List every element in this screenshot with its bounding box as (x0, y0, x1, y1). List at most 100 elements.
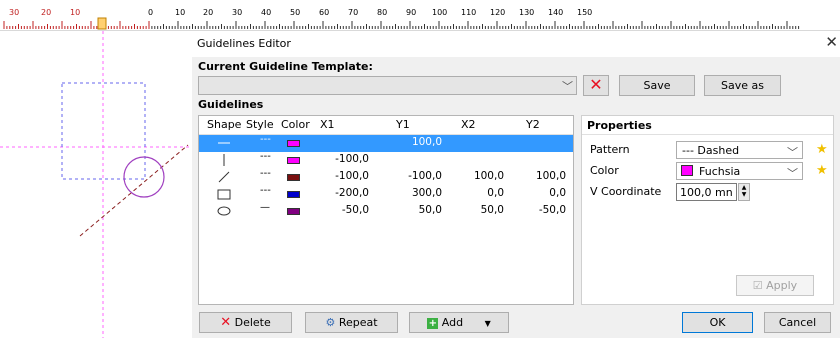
style-cell: --- (260, 134, 271, 145)
color-swatch (287, 157, 300, 164)
vcoord-spinner[interactable]: ▲ ▼ (738, 183, 750, 201)
chevron-down-icon: ﹀ (787, 167, 798, 180)
rectangle-icon (217, 189, 231, 200)
y2-cell: -50,0 (538, 204, 566, 216)
ruler-label: 40 (261, 8, 272, 17)
y1-cell: 300,0 (411, 187, 442, 199)
add-label: Add (441, 316, 464, 329)
column-header: X1 (320, 118, 335, 131)
ruler-label: 10 (175, 8, 186, 17)
save-button[interactable]: Save (619, 75, 695, 96)
ruler-label: 120 (490, 8, 506, 17)
apply-button[interactable]: ☑ Apply (736, 275, 814, 296)
x1-cell: -200,0 (335, 187, 369, 199)
properties-panel: Properties Pattern --- Dashed ﹀ ★ Color … (581, 115, 834, 305)
ruler-label: 150 (577, 8, 593, 17)
drawing-canvas[interactable] (0, 31, 196, 338)
color-swatch (287, 208, 300, 215)
repeat-button[interactable]: ⚙ Repeat (305, 312, 398, 333)
column-header: Color (281, 118, 310, 131)
style-cell: --- (260, 151, 271, 162)
save-as-button[interactable]: Save as (704, 75, 781, 96)
column-header: Style (246, 118, 274, 131)
ruler-label: 10 (70, 8, 81, 17)
color-select[interactable]: Fuchsia ﹀ (676, 162, 803, 180)
guidelines-table[interactable]: Shape Style Color X1 Y1 X2 Y2 --- 100,0 … (198, 115, 574, 305)
ruler-label: 70 (348, 8, 359, 17)
ruler-label: 130 (519, 8, 535, 17)
template-select[interactable]: ﹀ (198, 76, 577, 95)
table-row[interactable]: — -50,0 50,0 50,0 -50,0 (199, 202, 573, 220)
table-header: Shape Style Color X1 Y1 X2 Y2 (199, 116, 573, 135)
pattern-label: Pattern (590, 143, 630, 156)
x2-cell: 0,0 (487, 187, 504, 199)
close-icon[interactable]: ✕ (825, 33, 838, 51)
guidelines-drawing (0, 31, 196, 338)
ellipse-guideline (123, 156, 165, 198)
ruler-label: 30 (9, 8, 20, 17)
dialog-title: Guidelines Editor (197, 37, 291, 50)
horizontal-ruler[interactable]: 30 20 10 0 10 20 30 40 50 60 70 80 90 10… (0, 0, 840, 31)
ok-button[interactable]: OK (682, 312, 753, 333)
ruler-label: 20 (41, 8, 52, 17)
style-cell: --- (260, 168, 271, 179)
ruler-label: 90 (406, 8, 417, 17)
column-header: Shape (207, 118, 242, 131)
delete-x-icon: ✕ (220, 315, 232, 330)
x2-cell: 50,0 (480, 204, 504, 216)
ellipse-icon (217, 206, 231, 216)
ruler-label: 80 (377, 8, 388, 17)
star-icon[interactable]: ★ (816, 163, 828, 178)
dialog-titlebar[interactable]: Guidelines Editor ✕ (192, 31, 840, 57)
y2-cell: 100,0 (535, 170, 566, 182)
delete-button[interactable]: ✕ Delete (199, 312, 292, 333)
table-row[interactable]: --- 100,0 (199, 134, 573, 152)
column-header: X2 (461, 118, 476, 131)
guidelines-label: Guidelines (198, 98, 264, 111)
add-button[interactable]: + Add ▼ (409, 312, 509, 333)
ruler-label: 0 (148, 8, 154, 17)
vertical-line-icon (223, 154, 225, 166)
table-row[interactable]: --- -200,0 300,0 0,0 0,0 (199, 185, 573, 203)
x2-cell: 100,0 (473, 170, 504, 182)
y1-cell: 50,0 (418, 204, 442, 216)
ruler-label: 30 (232, 8, 243, 17)
cancel-button[interactable]: Cancel (764, 312, 831, 333)
color-swatch (287, 140, 300, 147)
pattern-select[interactable]: --- Dashed ﹀ (676, 141, 803, 159)
chevron-down-icon: ﹀ (787, 146, 798, 159)
vcoord-label: V Coordinate (590, 185, 662, 198)
x1-cell: -100,0 (335, 170, 369, 182)
delete-x-icon: ✕ (589, 75, 603, 94)
diagonal-line-icon (218, 171, 230, 183)
star-icon[interactable]: ★ (816, 142, 828, 157)
pattern-value: --- Dashed (682, 144, 740, 157)
color-swatch (681, 165, 693, 176)
diagonal-guideline (79, 144, 189, 237)
y2-cell: 0,0 (549, 187, 566, 199)
guidelines-editor-dialog: Guidelines Editor ✕ Current Guideline Te… (192, 31, 840, 338)
ruler-position-marker (97, 17, 107, 30)
table-row[interactable]: --- -100,0 (199, 151, 573, 169)
y1-cell: -100,0 (408, 170, 442, 182)
x1-cell: -100,0 (335, 153, 369, 165)
vcoord-value: 100,0 mn (680, 186, 733, 199)
y1-cell: 100,0 (411, 136, 442, 148)
properties-title: Properties (587, 119, 652, 132)
delete-template-button[interactable]: ✕ (583, 75, 609, 96)
ruler-label: 60 (319, 8, 330, 17)
column-header: Y1 (396, 118, 410, 131)
style-cell: --- (260, 185, 271, 196)
apply-check-icon: ☑ (752, 279, 767, 292)
ruler-label: 50 (290, 8, 301, 17)
color-label: Color (590, 164, 619, 177)
ruler-label: 20 (203, 8, 214, 17)
properties-header: Properties (582, 116, 833, 135)
vcoord-input[interactable]: 100,0 mn (676, 183, 737, 201)
table-row[interactable]: --- -100,0 -100,0 100,0 100,0 (199, 168, 573, 186)
color-value: Fuchsia (699, 165, 741, 178)
plus-icon: + (427, 317, 439, 329)
dropdown-arrow-icon: ▼ (484, 319, 491, 328)
x1-cell: -50,0 (341, 204, 369, 216)
ruler-label: 140 (548, 8, 564, 17)
